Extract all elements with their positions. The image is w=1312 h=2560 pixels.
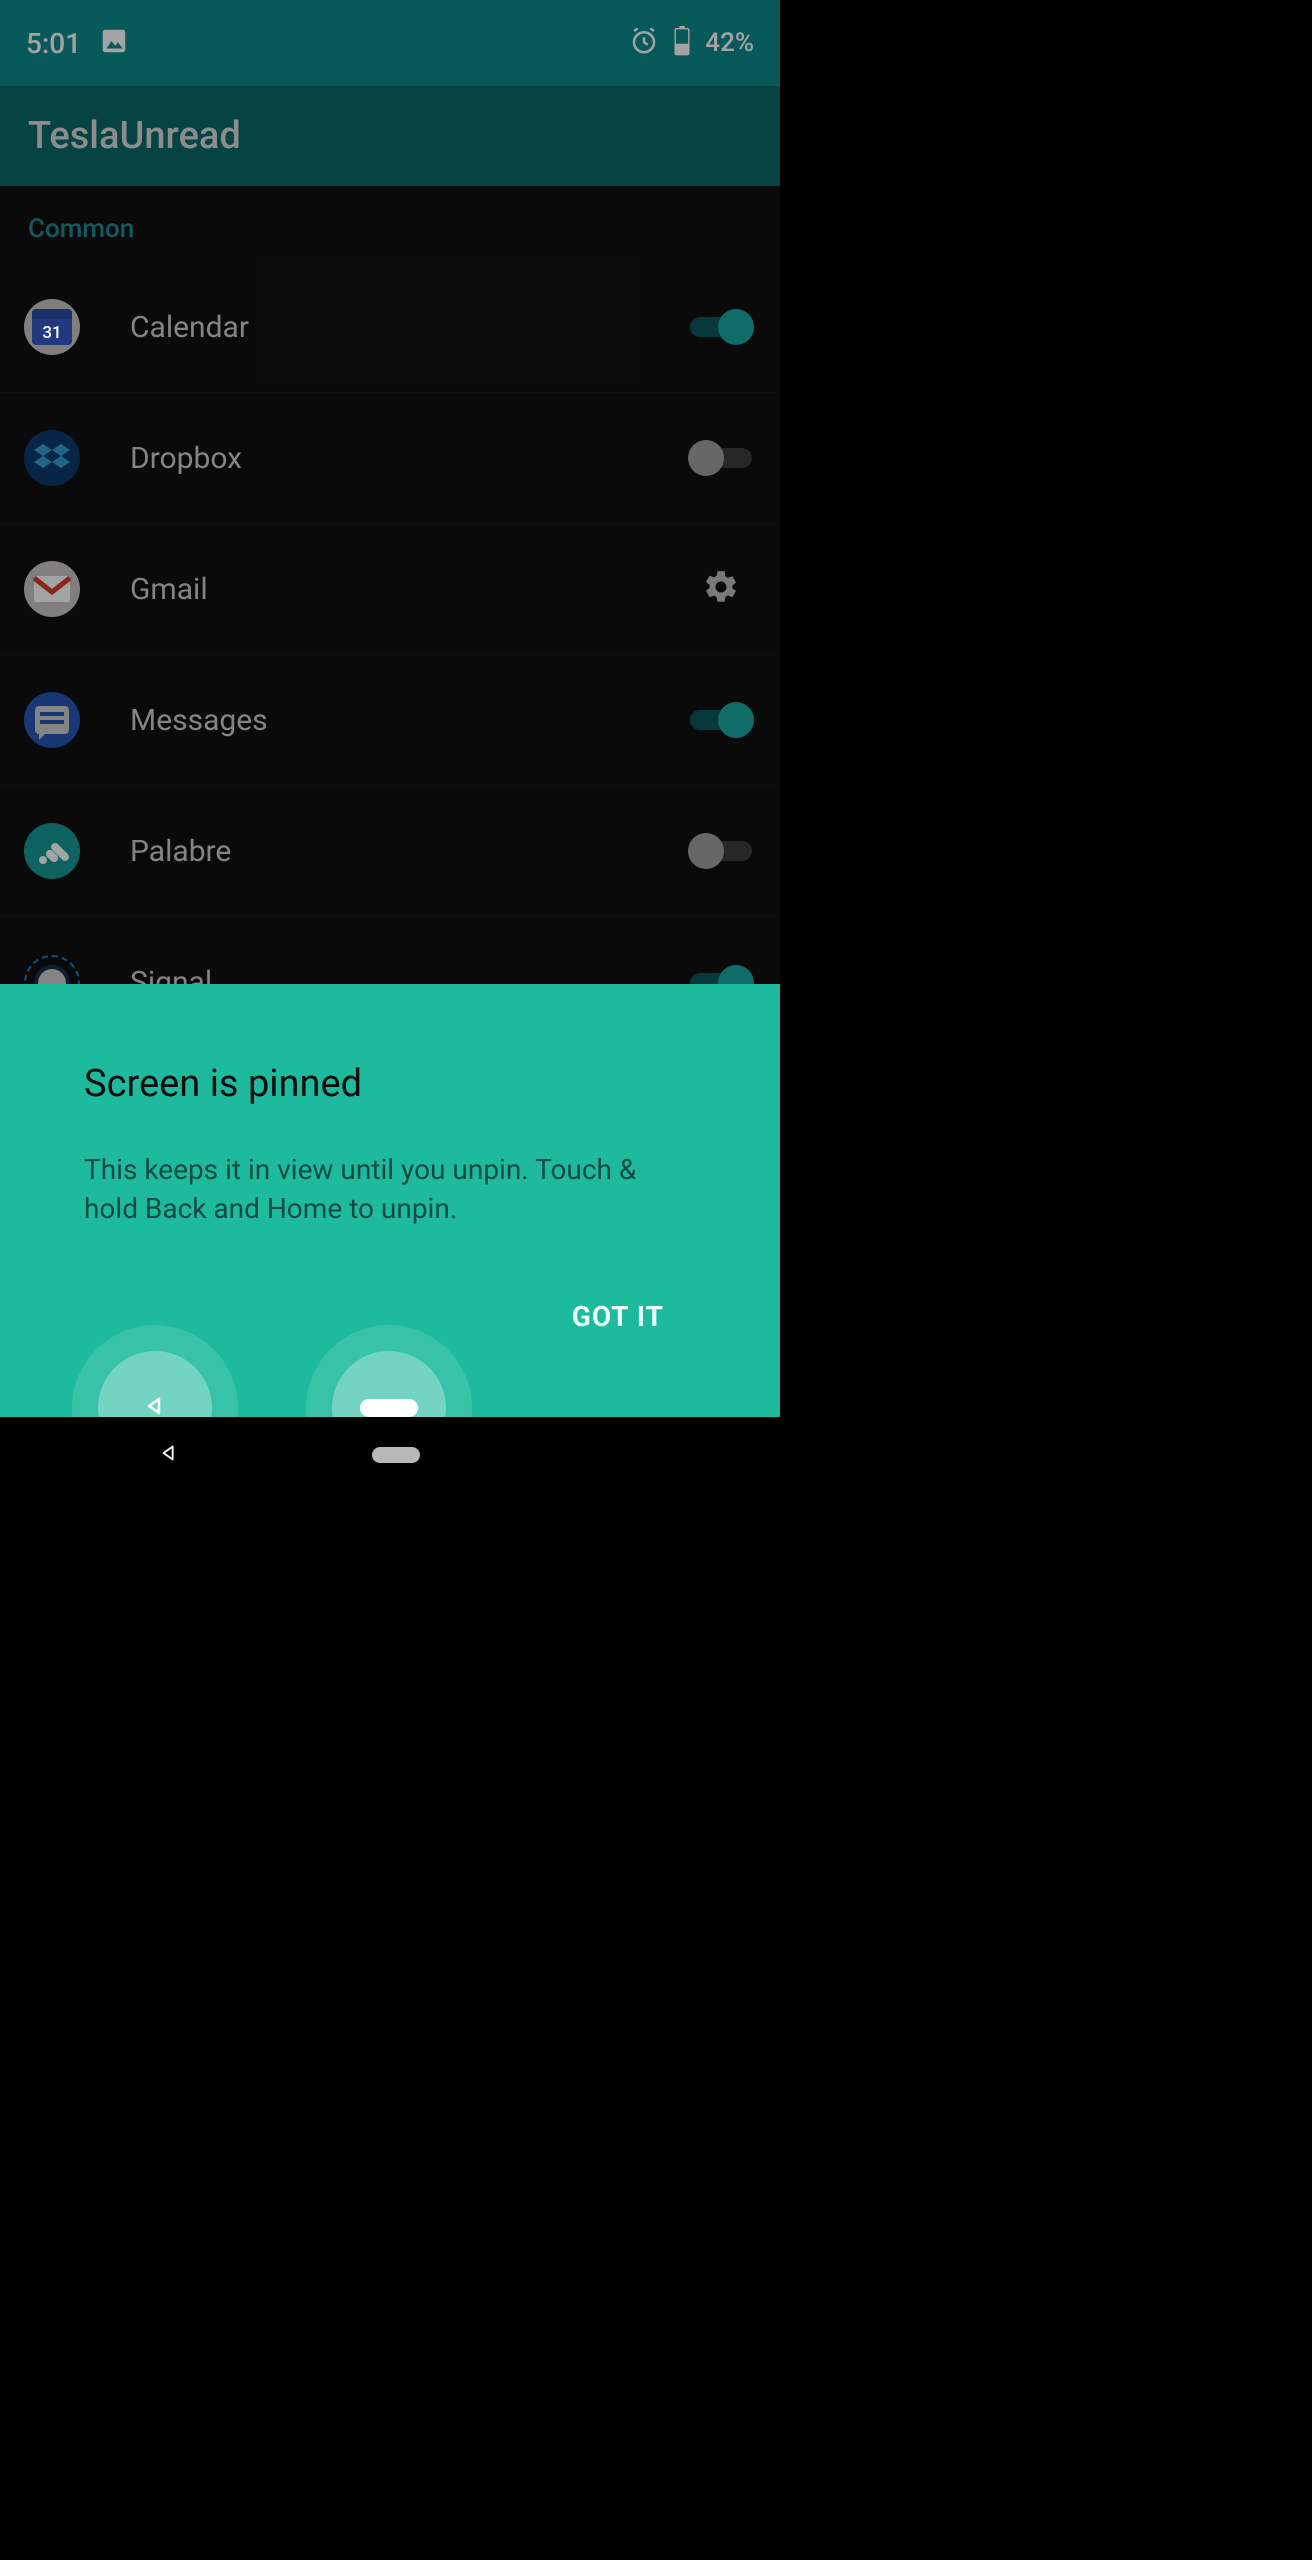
battery-percent: 42% [705,28,754,58]
image-icon [99,26,129,60]
back-triangle-icon [143,1394,167,1417]
highlight-home-button [306,1325,472,1417]
toggle-messages[interactable] [690,702,752,738]
section-header-common: Common [0,186,780,262]
app-name-label: Calendar [130,310,686,345]
messages-icon [24,692,80,748]
alarm-icon [629,26,659,60]
pin-body: This keeps it in view until you unpin. T… [84,1150,684,1228]
app-row-palabre[interactable]: Palabre [0,786,780,917]
calendar-icon: 31 [24,299,80,355]
app-name-label: Dropbox [130,441,686,476]
nav-back-button[interactable] [158,1442,180,1468]
palabre-icon [24,823,80,879]
app-row-dropbox[interactable]: Dropbox [0,393,780,524]
toggle-calendar[interactable] [690,309,752,345]
app-name-label: Messages [130,703,686,738]
gmail-icon [24,561,80,617]
home-pill-icon [360,1399,418,1417]
toggle-palabre[interactable] [690,833,752,869]
app-row-messages[interactable]: Messages [0,655,780,786]
gear-icon[interactable] [702,568,740,610]
app-name-label: Palabre [130,834,686,869]
pin-title: Screen is pinned [84,1062,696,1106]
highlight-back-button [72,1325,238,1417]
app-name-label: Gmail [130,572,686,607]
app-list: Common 31 Calendar Dropbox [0,186,780,1048]
app-bar: TeslaUnread [0,86,780,186]
nav-home-button[interactable] [372,1447,420,1463]
app-row-calendar[interactable]: 31 Calendar [0,262,780,393]
app-row-gmail[interactable]: Gmail [0,524,780,655]
toggle-dropbox[interactable] [690,440,752,476]
system-nav-bar [0,1417,780,1493]
app-title: TeslaUnread [28,114,241,158]
status-time: 5:01 [26,27,81,60]
pin-nav-highlight [0,1287,780,1417]
dropbox-icon [24,430,80,486]
screen-pinned-panel: Screen is pinned This keeps it in view u… [0,984,780,1417]
status-bar: 5:01 42% [0,0,780,86]
battery-icon [673,26,691,60]
